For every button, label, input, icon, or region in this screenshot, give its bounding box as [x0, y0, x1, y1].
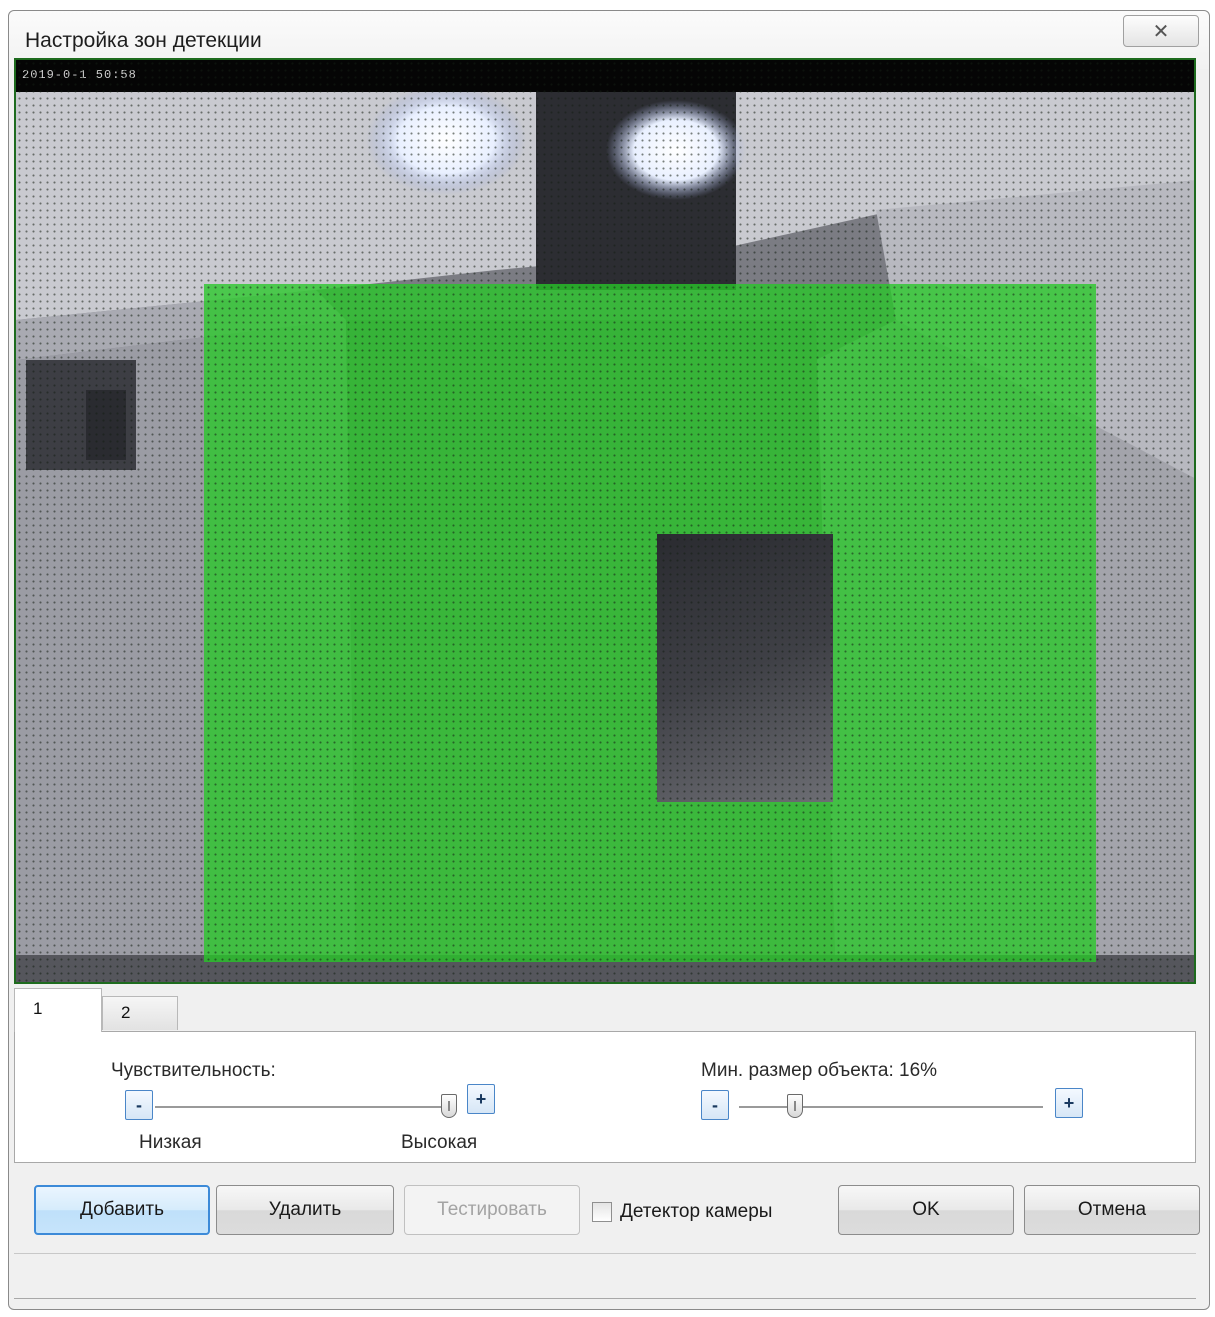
min-size-slider-thumb[interactable]	[787, 1094, 803, 1118]
sensitivity-low-label: Низкая	[139, 1132, 202, 1153]
zone-settings-panel: Чувствительность: - + Низкая Высокая Мин…	[14, 1031, 1196, 1163]
plus-icon: +	[1063, 1092, 1075, 1113]
sensitivity-label: Чувствительность:	[111, 1060, 276, 1081]
detected-person-region	[657, 534, 833, 802]
min-size-slider-track[interactable]	[739, 1106, 1043, 1109]
sensitivity-high-label: Высокая	[401, 1132, 478, 1153]
zone-tabs: 1 2	[14, 988, 1196, 1032]
add-button[interactable]: Добавить	[34, 1185, 210, 1235]
close-icon: ✕	[1152, 20, 1170, 43]
tab-zone-2[interactable]: 2	[102, 996, 178, 1030]
sensitivity-slider-track[interactable]	[155, 1106, 451, 1109]
checkbox-box[interactable]	[592, 1202, 612, 1222]
status-bar	[14, 1253, 1196, 1299]
close-button[interactable]: ✕	[1123, 15, 1199, 47]
ok-button[interactable]: OK	[838, 1185, 1014, 1235]
camera-preview[interactable]: 2019-0-1 50:58	[14, 58, 1196, 984]
min-size-minus-button[interactable]: -	[701, 1090, 729, 1120]
min-size-label: Мин. размер объекта: 16%	[701, 1060, 938, 1081]
osd-timestamp: 2019-0-1 50:58	[22, 68, 137, 82]
delete-button[interactable]: Удалить	[216, 1185, 394, 1235]
cancel-button[interactable]: Отмена	[1024, 1185, 1200, 1235]
plus-icon: +	[475, 1088, 487, 1109]
sensitivity-minus-button[interactable]: -	[125, 1090, 153, 1120]
min-size-plus-button[interactable]: +	[1055, 1088, 1083, 1118]
sensitivity-slider-thumb[interactable]	[441, 1094, 457, 1118]
test-button[interactable]: Тестировать	[404, 1185, 580, 1235]
osd-bar: 2019-0-1 50:58	[16, 60, 1194, 92]
camera-detector-label: Детектор камеры	[620, 1201, 773, 1222]
tab-zone-1[interactable]: 1	[14, 988, 102, 1032]
window-title: Настройка зон детекции	[25, 29, 262, 52]
sensitivity-plus-button[interactable]: +	[467, 1084, 495, 1114]
detection-zone-1[interactable]	[204, 284, 1096, 962]
camera-detector-checkbox[interactable]: Детектор камеры	[592, 1200, 772, 1224]
minus-icon: -	[136, 1094, 142, 1115]
minus-icon: -	[712, 1094, 718, 1115]
